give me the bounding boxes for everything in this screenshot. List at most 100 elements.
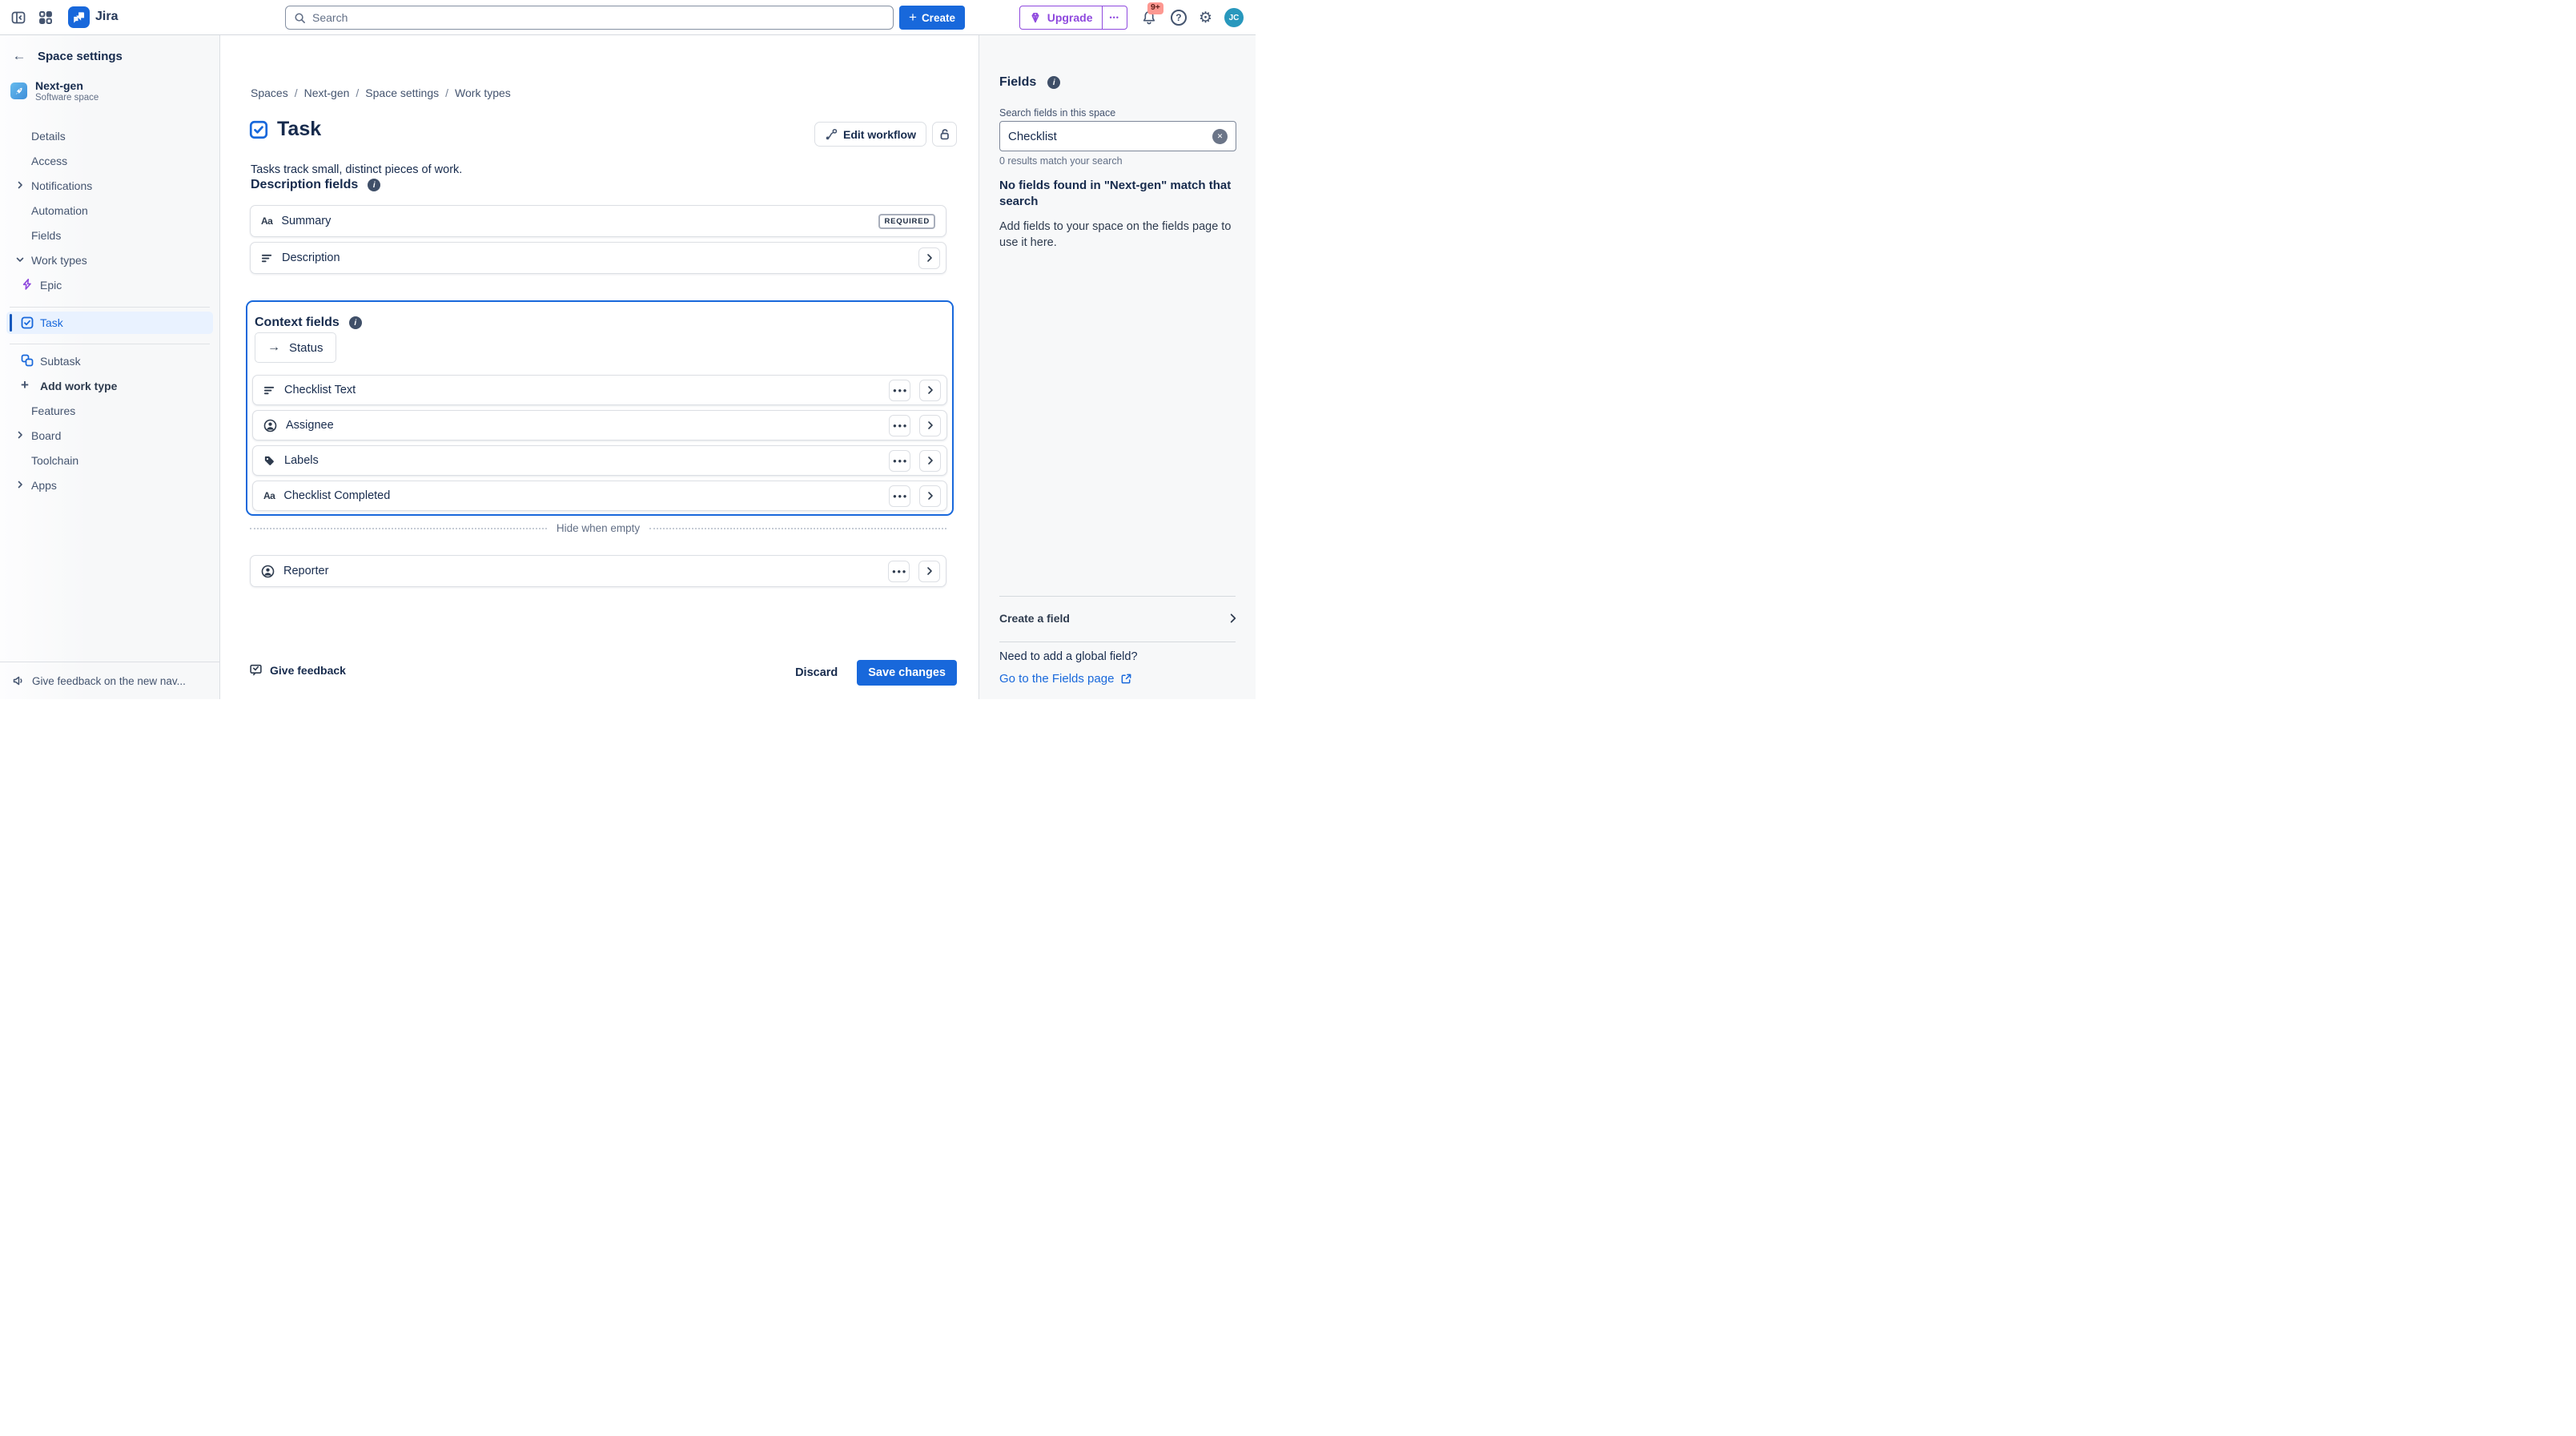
fields-panel-heading: Fields — [999, 75, 1036, 90]
expand-row-button[interactable] — [919, 380, 941, 401]
upgrade-button[interactable]: Upgrade — [1020, 6, 1102, 29]
sidebar-item-epic[interactable]: Epic — [6, 272, 213, 297]
sidebar-item-details[interactable]: Details — [6, 123, 213, 148]
fields-search-input[interactable] — [1008, 130, 1212, 143]
chevron-right-icon — [15, 480, 25, 489]
row-more-button[interactable]: ●●● — [889, 485, 910, 507]
work-type-settings-main: Spaces/ Next-gen/ Space settings/ Work t… — [220, 35, 979, 699]
epic-icon — [21, 278, 34, 291]
unlock-icon — [938, 127, 951, 141]
chevron-right-icon — [926, 491, 935, 501]
sidebar-title: Space settings — [38, 50, 123, 63]
user-avatar[interactable]: JC — [1224, 8, 1244, 27]
chevron-right-icon — [925, 566, 934, 576]
field-row-checklist-completed[interactable]: Aa Checklist Completed ●●● — [252, 481, 947, 511]
info-icon[interactable]: i — [349, 316, 362, 329]
create-a-field-button[interactable]: Create a field — [999, 608, 1239, 629]
status-chip[interactable]: → Status — [255, 332, 336, 363]
clear-search-icon[interactable]: ✕ — [1212, 129, 1228, 144]
workflow-icon — [825, 128, 838, 141]
subtask-icon — [21, 354, 34, 367]
expand-row-button[interactable] — [919, 450, 941, 472]
app-name: Jira — [95, 10, 118, 24]
expand-row-button[interactable] — [918, 561, 940, 582]
expand-row-button[interactable] — [918, 247, 940, 269]
sidebar-item-access[interactable]: Access — [6, 148, 213, 173]
required-badge: REQUIRED — [878, 214, 935, 229]
info-icon[interactable]: i — [368, 179, 380, 191]
arrow-right-icon: → — [267, 340, 280, 355]
row-more-button[interactable]: ●●● — [888, 561, 910, 582]
task-checkbox-icon — [21, 316, 34, 329]
expand-row-button[interactable] — [919, 415, 941, 436]
search-input[interactable] — [312, 11, 885, 24]
sidebar-item-task[interactable]: Task — [6, 312, 213, 334]
text-field-icon: Aa — [263, 490, 275, 501]
go-to-fields-page-link[interactable]: Go to the Fields page — [999, 672, 1132, 686]
sidebar-item-notifications[interactable]: Notifications — [6, 173, 213, 198]
app-switcher-icon[interactable] — [36, 8, 55, 27]
edit-workflow-button[interactable]: Edit workflow — [814, 122, 926, 147]
sidebar-item-board[interactable]: Board — [6, 423, 213, 448]
chevron-down-icon — [15, 255, 25, 264]
field-row-labels[interactable]: Labels ●●● — [252, 445, 947, 476]
notification-count-badge: 9+ — [1147, 2, 1163, 14]
expand-row-button[interactable] — [919, 485, 941, 507]
upgrade-button-group: Upgrade ••• — [1019, 6, 1127, 30]
upgrade-more-button[interactable]: ••• — [1102, 6, 1127, 29]
discard-button[interactable]: Discard — [784, 660, 849, 686]
row-more-button[interactable]: ●●● — [889, 415, 910, 436]
row-more-button[interactable]: ●●● — [889, 450, 910, 472]
breadcrumb-spaces[interactable]: Spaces — [251, 86, 288, 99]
project-header[interactable]: Next-gen Software space — [10, 79, 98, 103]
project-avatar-rocket-icon — [10, 82, 27, 99]
field-row-summary[interactable]: Aa Summary REQUIRED — [250, 205, 946, 237]
jira-logo-icon[interactable] — [68, 6, 90, 28]
tag-icon — [263, 455, 275, 467]
create-button[interactable]: + Create — [899, 6, 965, 30]
breadcrumb-next-gen[interactable]: Next-gen — [304, 86, 350, 99]
text-field-icon: Aa — [261, 215, 272, 227]
field-row-reporter[interactable]: Reporter ●●● — [250, 555, 946, 587]
chevron-right-icon — [1228, 613, 1239, 624]
save-changes-button[interactable]: Save changes — [857, 660, 957, 686]
field-row-assignee[interactable]: Assignee ●●● — [252, 410, 947, 440]
sidebar-item-work-types[interactable]: Work types — [6, 247, 213, 272]
give-feedback-button[interactable]: Give feedback — [249, 663, 346, 677]
project-type: Software space — [35, 93, 98, 103]
breadcrumb-work-types[interactable]: Work types — [455, 86, 511, 99]
chevron-right-icon — [925, 253, 934, 263]
settings-gear-icon[interactable]: ⚙ — [1199, 10, 1212, 26]
field-row-description[interactable]: Description — [250, 242, 946, 274]
global-search[interactable] — [285, 6, 894, 30]
notifications-bell-icon[interactable]: 9+ — [1139, 8, 1159, 27]
sidebar-item-toolchain[interactable]: Toolchain — [6, 448, 213, 473]
row-more-button[interactable]: ●●● — [889, 380, 910, 401]
sidebar-item-features[interactable]: Features — [6, 398, 213, 423]
field-row-checklist-text[interactable]: Checklist Text ●●● — [252, 375, 947, 405]
breadcrumb-space-settings[interactable]: Space settings — [365, 86, 439, 99]
sidebar-item-subtask[interactable]: Subtask — [6, 348, 213, 373]
paragraph-icon — [261, 252, 273, 264]
back-arrow-icon[interactable]: ← — [10, 46, 29, 66]
unlock-button[interactable] — [932, 122, 957, 147]
page-title: Task — [277, 118, 321, 141]
no-fields-message: No fields found in "Next-gen" match that… — [999, 178, 1232, 209]
sidebar-feedback-link[interactable]: Give feedback on the new nav... — [0, 662, 219, 699]
drag-indicator — [10, 314, 12, 332]
external-link-icon — [1120, 673, 1132, 685]
info-icon[interactable]: i — [1047, 76, 1060, 89]
fields-search-box[interactable]: ✕ — [999, 121, 1236, 151]
sidebar-item-fields[interactable]: Fields — [6, 223, 213, 247]
help-icon[interactable]: ? — [1171, 10, 1187, 26]
search-fields-label: Search fields in this space — [999, 107, 1115, 119]
sidebar-item-apps[interactable]: Apps — [6, 473, 213, 497]
collapse-sidebar-icon[interactable] — [9, 8, 28, 27]
plus-icon: + — [909, 10, 917, 24]
chevron-right-icon — [15, 430, 25, 440]
chevron-right-icon — [926, 420, 935, 430]
sidebar-item-add-work-type[interactable]: + Add work type — [6, 373, 213, 398]
sidebar-item-automation[interactable]: Automation — [6, 198, 213, 223]
plus-icon: + — [21, 379, 29, 392]
page-subtitle: Tasks track small, distinct pieces of wo… — [251, 163, 462, 176]
